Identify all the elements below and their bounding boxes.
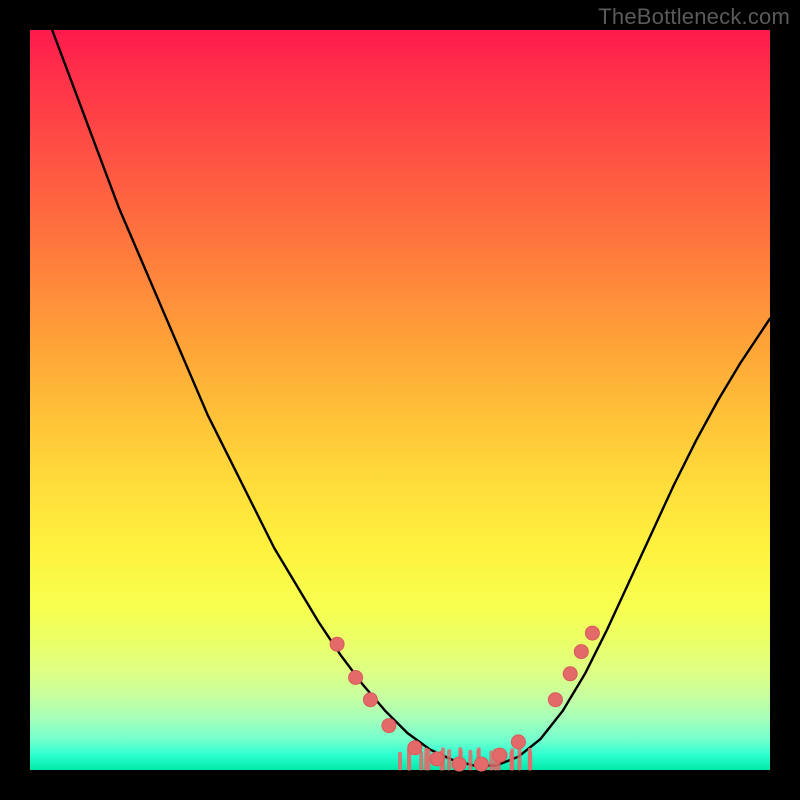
curve-svg	[30, 30, 770, 770]
curve-marker	[382, 719, 396, 733]
curve-marker	[474, 757, 488, 771]
curve-marker	[574, 645, 588, 659]
curve-marker	[408, 741, 422, 755]
curve-marker	[363, 693, 377, 707]
curve-marker	[548, 693, 562, 707]
chart-frame: TheBottleneck.com	[0, 0, 800, 800]
bottleneck-curve	[30, 0, 770, 766]
curve-marker	[430, 752, 444, 766]
plot-area	[30, 30, 770, 770]
curve-marker	[452, 757, 466, 771]
curve-marker	[585, 626, 599, 640]
curve-marker	[511, 735, 525, 749]
curve-marker	[349, 671, 363, 685]
watermark-text: TheBottleneck.com	[598, 4, 790, 30]
curve-marker	[330, 637, 344, 651]
curve-marker	[493, 748, 507, 762]
curve-markers	[330, 626, 599, 771]
curve-marker	[563, 667, 577, 681]
